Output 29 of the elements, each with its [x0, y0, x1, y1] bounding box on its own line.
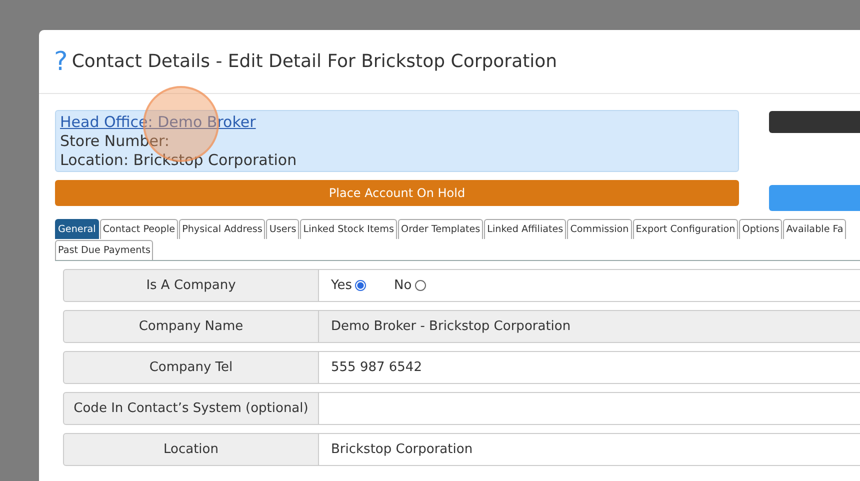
- tab[interactable]: Export Configuration: [632, 219, 738, 239]
- tab[interactable]: Linked Stock Items: [300, 219, 398, 239]
- field-label: Is A Company: [63, 269, 319, 302]
- tab[interactable]: Contact People: [100, 219, 178, 239]
- input-field[interactable]: 555 987 6542: [319, 351, 860, 384]
- tab[interactable]: Past Due Payments: [55, 240, 154, 260]
- radio-label: Yes: [331, 278, 352, 293]
- input-field[interactable]: Brickstop Corporation: [319, 433, 860, 466]
- action-button[interactable]: [769, 111, 860, 133]
- action-button[interactable]: [769, 185, 860, 211]
- dialog-title: Contact Details - Edit Detail For Brickstop Corporation: [72, 51, 558, 72]
- field-label: Company Tel: [63, 351, 319, 384]
- field-label: Company Name: [63, 310, 319, 343]
- tab[interactable]: Linked Affiliates: [484, 219, 566, 239]
- radio-button[interactable]: [355, 280, 366, 291]
- input-field[interactable]: [319, 392, 860, 425]
- tab[interactable]: Commission: [567, 219, 632, 239]
- tab[interactable]: General: [55, 219, 99, 239]
- tab[interactable]: Order Templates: [398, 219, 484, 239]
- tab[interactable]: Available Fa: [783, 219, 846, 239]
- tab[interactable]: Physical Address: [179, 219, 266, 239]
- readonly-field: Demo Broker - Brickstop Corporation: [319, 310, 860, 343]
- tab[interactable]: Options: [739, 219, 782, 239]
- location-text: Location: Brickstop Corporation: [60, 151, 297, 170]
- radio-button[interactable]: [414, 280, 426, 291]
- radio-label: No: [394, 278, 412, 293]
- tab[interactable]: Users: [266, 219, 300, 239]
- field-label: Location: [63, 433, 319, 466]
- field-label: Code In Contact’s System (optional): [63, 392, 319, 425]
